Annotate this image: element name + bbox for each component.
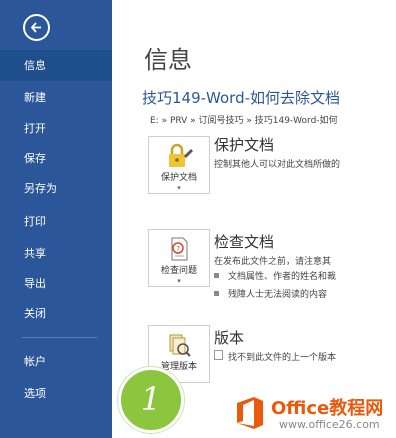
- bullet-icon: [214, 273, 219, 278]
- nav-open[interactable]: 打开: [0, 113, 112, 144]
- section-title: 检查文档: [214, 233, 275, 251]
- tile-label: 保护文档: [160, 173, 197, 183]
- bullet-item: 文档属性、作者的姓名和裁: [228, 272, 337, 282]
- section-description: 控制其他人可以对此文档所做的: [214, 160, 341, 170]
- document-title: 技巧149-Word-如何去除文档: [142, 89, 341, 107]
- nav-new[interactable]: 新建: [0, 82, 112, 113]
- nav-save-as[interactable]: 另存为: [0, 173, 112, 204]
- section-title: 版本: [214, 329, 245, 347]
- bullet-item: 残障人士无法阅读的内容: [228, 290, 328, 300]
- versions-icon: [149, 331, 209, 359]
- lock-icon: [149, 142, 209, 170]
- chevron-down-icon: ▾: [177, 184, 181, 192]
- nav-options[interactable]: 选项: [0, 378, 112, 409]
- chevron-down-icon: ▾: [177, 277, 181, 285]
- step-number: 1: [140, 380, 162, 418]
- page-title: 信息: [144, 46, 192, 74]
- nav-info[interactable]: 信息: [0, 50, 112, 81]
- protect-document-button[interactable]: 保护文档 ▾: [148, 136, 210, 194]
- tile-label: 检查问题: [160, 266, 197, 276]
- check-issues-button[interactable]: ? 检查问题 ▾: [148, 229, 210, 287]
- svg-text:?: ?: [176, 245, 180, 253]
- nav-divider: [22, 337, 97, 338]
- section-description: 找不到此文件的上一个版本: [228, 353, 337, 363]
- office-logo-icon: [237, 397, 263, 429]
- nav-account[interactable]: 帐户: [0, 346, 112, 377]
- nav-close[interactable]: 关闭: [0, 298, 112, 329]
- backstage-sidebar: 信息 新建 打开 保存 另存为 打印 共享 导出 关闭 帐户 选项: [0, 0, 112, 438]
- section-description: 在发布此文件之前，请注意其: [214, 257, 332, 267]
- watermark: Office教程网 www.office26.com: [229, 392, 396, 438]
- watermark-title: Office教程网: [271, 398, 384, 419]
- back-arrow-icon[interactable]: [23, 14, 50, 41]
- document-icon: [214, 350, 223, 360]
- nav-print[interactable]: 打印: [0, 206, 112, 237]
- nav-share[interactable]: 共享: [0, 238, 112, 269]
- nav-export[interactable]: 导出: [0, 268, 112, 299]
- bullet-icon: [214, 291, 219, 296]
- watermark-url: www.office26.com: [279, 418, 380, 431]
- step-number-badge: 1: [118, 367, 184, 433]
- nav-save[interactable]: 保存: [0, 143, 112, 174]
- section-title: 保护文档: [214, 136, 275, 154]
- inspect-icon: ?: [149, 235, 209, 263]
- document-path[interactable]: E: » PRV » 订阅号技巧 » 技巧149-Word-如何: [150, 113, 338, 126]
